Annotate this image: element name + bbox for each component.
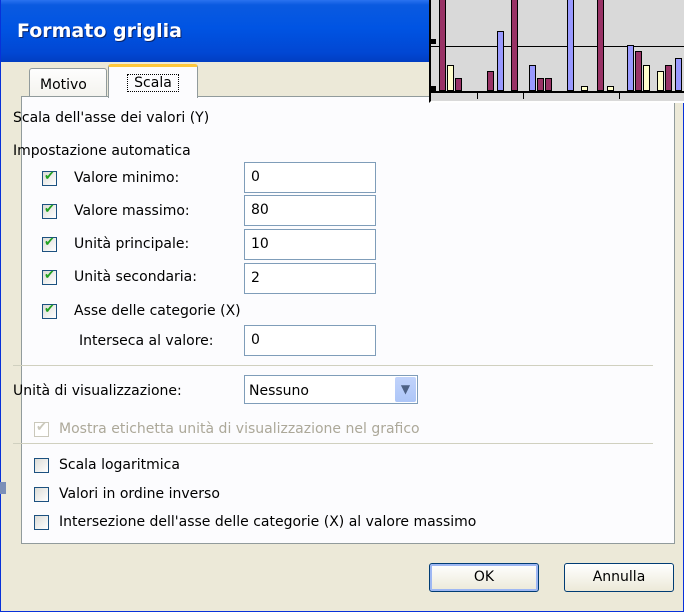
cross-at-max-checkbox[interactable] [34, 515, 49, 530]
log-scale-label: Scala logaritmica [59, 457, 180, 473]
category-axis-label: Asse delle categorie (X) [74, 303, 241, 319]
chart-bar [581, 86, 588, 91]
log-scale-checkbox[interactable] [34, 458, 49, 473]
crosses-at-input[interactable]: 0 [244, 325, 376, 356]
major-unit-input[interactable]: 10 [244, 229, 376, 260]
chart-bar [537, 78, 544, 91]
ok-button[interactable]: OK [429, 563, 539, 592]
chart-bar [675, 58, 682, 91]
cross-at-max-label: Intersezione dell'asse delle categorie (… [59, 514, 477, 530]
major-unit-auto-checkbox[interactable] [42, 235, 57, 252]
minor-unit-input[interactable]: 2 [244, 263, 376, 294]
max-value-label: Valore massimo: [74, 203, 190, 219]
show-units-label-checkbox [34, 420, 49, 437]
chart-bar [627, 45, 634, 91]
minor-unit-label: Unità secondaria: [74, 269, 197, 285]
min-value-input[interactable]: 0 [244, 162, 376, 193]
max-auto-checkbox[interactable] [42, 202, 57, 219]
background-window-edge [0, 482, 6, 494]
axis-tick [523, 91, 524, 99]
chart-bar [567, 0, 574, 91]
auto-settings-heading: Impostazione automatica [13, 143, 191, 159]
chart-bar [597, 0, 604, 91]
chart-bar [487, 71, 494, 91]
max-value-input[interactable]: 80 [244, 195, 376, 226]
reverse-order-checkbox[interactable] [34, 487, 49, 502]
chart-bar [665, 65, 672, 91]
display-units-select[interactable]: Nessuno ▼ [244, 375, 418, 404]
cancel-button[interactable]: Annulla [564, 563, 674, 592]
chevron-down-icon[interactable]: ▼ [395, 377, 416, 402]
chart-bar [545, 78, 552, 91]
minor-unit-auto-checkbox[interactable] [42, 268, 57, 285]
axis-tick [477, 91, 478, 99]
show-units-label-text: Mostra etichetta unità di visualizzazion… [59, 421, 420, 437]
value-axis-scale-heading: Scala dell'asse dei valori (Y) [13, 110, 210, 126]
chart-bar [643, 65, 650, 91]
min-auto-checkbox[interactable] [42, 169, 57, 186]
crosses-at-label: Interseca al valore: [79, 333, 214, 349]
display-units-value: Nessuno [249, 383, 309, 399]
chart-axis [431, 91, 684, 93]
chart-bar [635, 51, 642, 91]
chart-bar [455, 78, 462, 91]
dialog-title: Formato griglia [17, 20, 182, 42]
tab-scala-label: Scala [127, 74, 179, 92]
tab-scala[interactable]: Scala [108, 64, 198, 98]
gridline [431, 46, 684, 47]
display-units-label: Unità di visualizzazione: [13, 383, 182, 399]
separator [13, 443, 653, 444]
category-axis-auto-checkbox[interactable] [42, 302, 57, 319]
chart-preview [429, 0, 684, 103]
reverse-order-label: Valori in ordine inverso [59, 486, 220, 502]
axis-tick [619, 91, 620, 99]
chart-bar [511, 0, 518, 91]
scale-tab-panel: Scala dell'asse dei valori (Y) Impostazi… [13, 96, 675, 544]
selection-handle [431, 39, 436, 44]
chart-bar [529, 65, 536, 91]
chart-bar [447, 65, 454, 91]
selection-handle [431, 86, 436, 91]
major-unit-label: Unità principale: [74, 236, 190, 252]
tab-motivo-label: Motivo [40, 77, 87, 93]
chart-bar [497, 31, 504, 91]
tab-motivo[interactable]: Motivo [29, 68, 107, 96]
chart-bar [657, 71, 664, 91]
min-value-label: Valore minimo: [74, 170, 180, 186]
chart-bar [607, 86, 614, 91]
separator [13, 365, 653, 366]
chart-bar [439, 0, 446, 91]
